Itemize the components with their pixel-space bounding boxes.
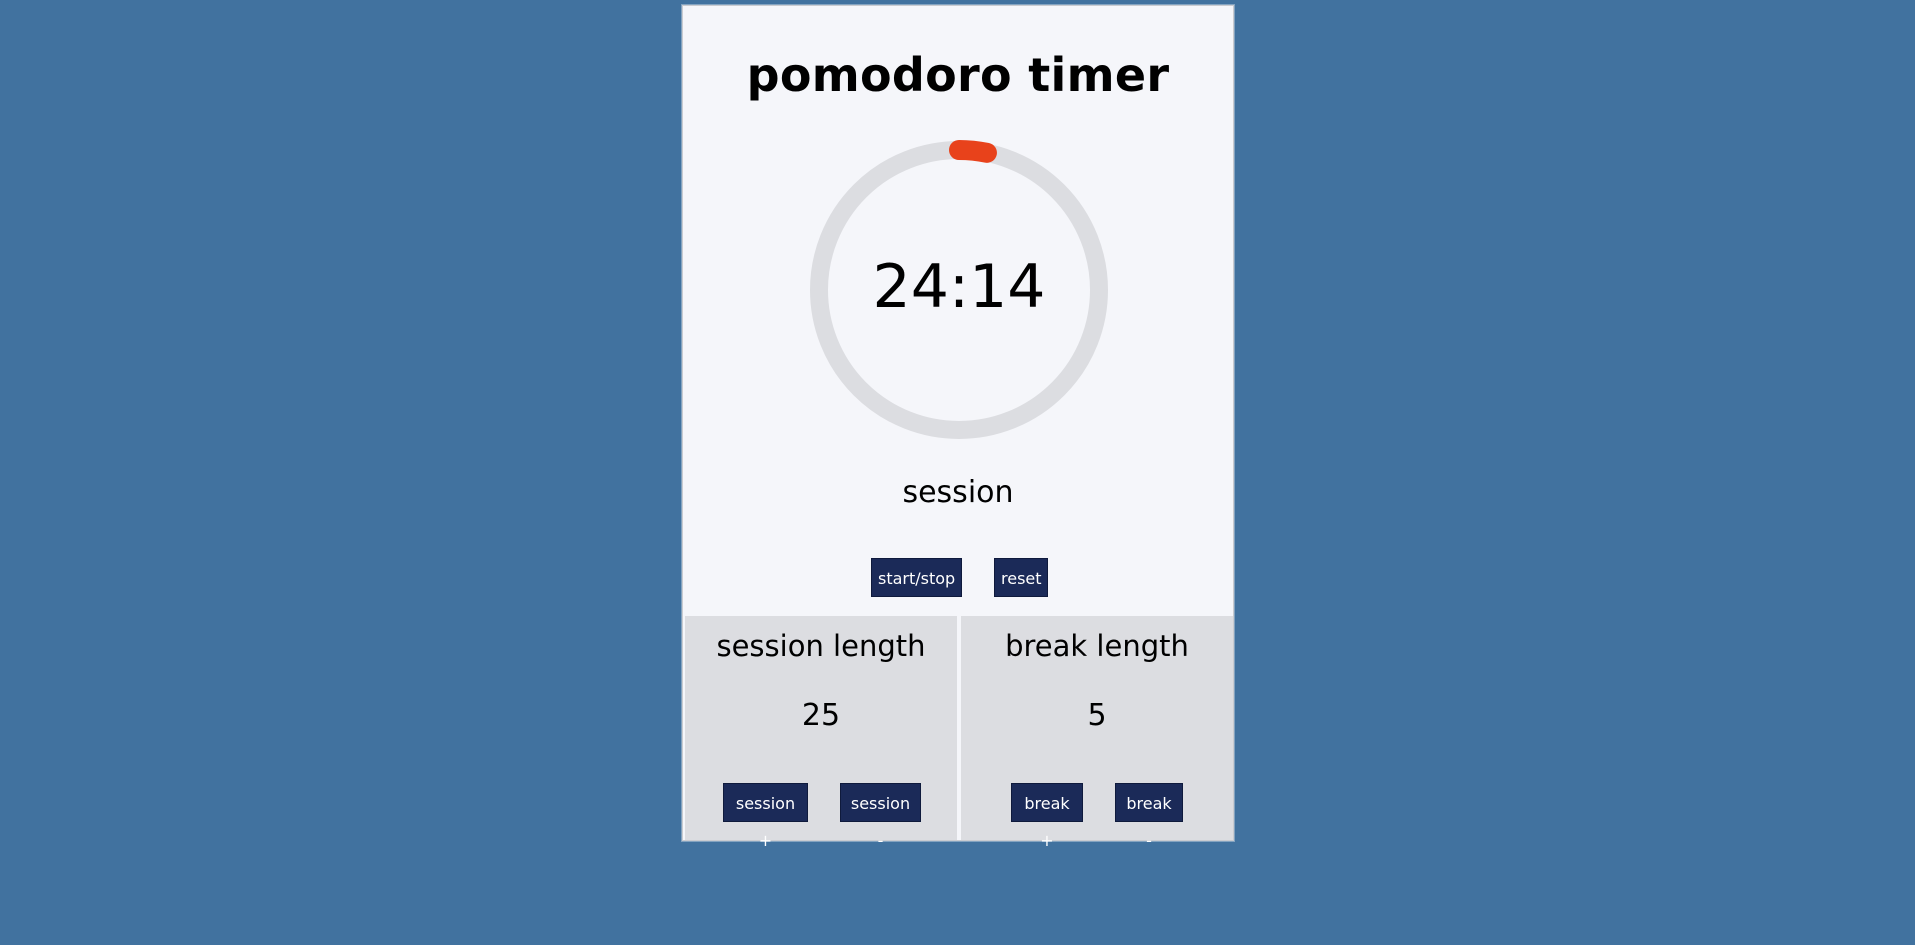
start-stop-button[interactable]: start/stop — [871, 558, 962, 597]
timer-display: 24:14 — [872, 252, 1046, 322]
reset-button[interactable]: reset — [994, 558, 1048, 597]
session-decrement-button[interactable]: session - — [840, 783, 921, 850]
session-length-panel: session length 25 session + session - — [685, 616, 957, 850]
break-length-panel: break length 5 break + break - — [961, 616, 1233, 850]
timer-dial: 24:14 — [809, 140, 1109, 440]
session-length-title: session length — [716, 629, 926, 663]
break-decrement-button[interactable]: break - — [1115, 783, 1183, 850]
pomodoro-card: pomodoro timer 24:14 session start/stop … — [682, 5, 1234, 850]
break-length-value: 5 — [1087, 698, 1107, 733]
session-length-value: 25 — [801, 698, 841, 733]
break-increment-button[interactable]: break + — [1011, 783, 1083, 850]
timer-mode-label: session — [902, 475, 1014, 510]
page-title: pomodoro timer — [746, 48, 1170, 102]
break-length-title: break length — [1005, 629, 1189, 663]
session-increment-button[interactable]: session + — [723, 783, 808, 850]
